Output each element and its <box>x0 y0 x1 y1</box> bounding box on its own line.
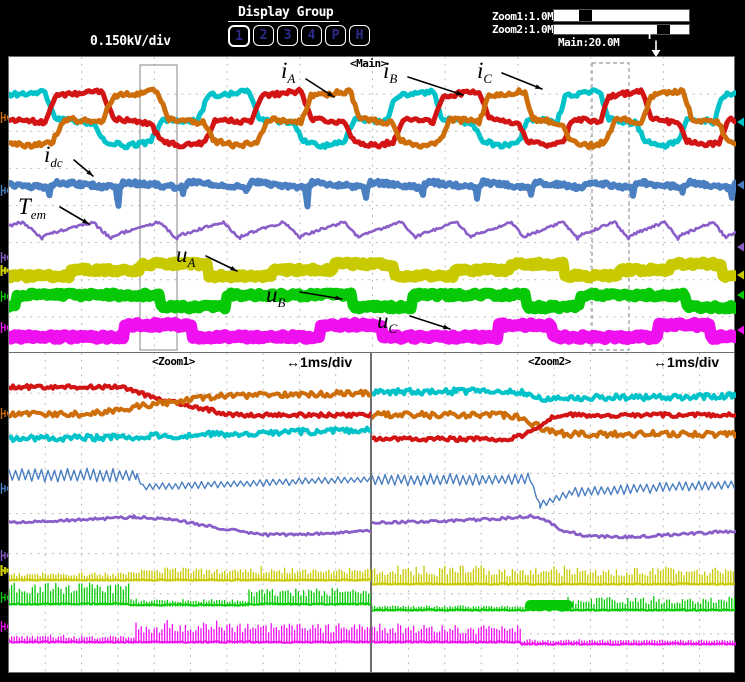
orange-channel-position-marker[interactable] <box>0 407 10 420</box>
display-group-button-4[interactable]: 4 <box>301 25 322 46</box>
yellow-trigger-level-marker[interactable] <box>737 270 745 280</box>
trace-label-uB: uB <box>266 284 285 314</box>
zoom1-waveform-window <box>8 352 371 673</box>
zoom1-window-tag: <Zoom1> <box>152 355 195 368</box>
yellow-left-triangle-icon <box>737 271 744 280</box>
trace-idc <box>9 468 371 490</box>
purple-channel-position-marker[interactable] <box>0 251 10 264</box>
main-window-tag: <Main> <box>350 57 387 70</box>
display-group-button-3[interactable]: 3 <box>277 25 298 46</box>
ch-row1-label <box>8 34 78 50</box>
blue-ground-icon <box>2 483 8 494</box>
blue-trigger-level-marker[interactable] <box>737 180 745 190</box>
trace-label-iA: iA <box>281 60 295 90</box>
magenta-ground-icon <box>2 621 8 632</box>
yellow-ground-icon <box>2 265 8 276</box>
orange-ground-icon <box>2 112 8 123</box>
blue-channel-position-marker[interactable] <box>0 482 10 495</box>
waveform-plot <box>372 353 736 674</box>
display-group-button-2[interactable]: 2 <box>253 25 274 46</box>
zoom-record-labels: Zoom1:1.0M Zoom2:1.0M <box>492 10 553 36</box>
green-ground-icon <box>2 291 8 302</box>
purple-left-triangle-icon <box>737 243 744 252</box>
zoom1-position-bar[interactable] <box>553 9 690 22</box>
trace-uA-spikes <box>9 566 370 581</box>
purple-trigger-level-marker[interactable] <box>737 242 745 252</box>
trace-uB-spikes <box>9 583 371 606</box>
yellow-channel-position-marker[interactable] <box>0 564 10 577</box>
trace-label-iC: iC <box>477 60 492 90</box>
purple-ground-icon <box>2 550 8 561</box>
zoom1-record-label: Zoom1:1.0M <box>492 10 553 23</box>
yellow-ground-icon <box>2 565 8 576</box>
display-group-button-1[interactable]: 1 <box>228 25 250 47</box>
green-left-triangle-icon <box>737 291 744 300</box>
zoom2-record-label: Zoom2:1.0M <box>492 23 553 36</box>
trace-label-iB: iB <box>383 60 397 90</box>
magenta-ground-icon <box>2 322 8 333</box>
magenta-channel-position-marker[interactable] <box>0 620 10 633</box>
cyan-trigger-level-marker[interactable] <box>737 117 745 127</box>
trace-label-uA: uA <box>176 244 195 274</box>
green-ground-icon <box>2 592 8 603</box>
waveform-plot <box>9 353 372 674</box>
display-group-button-h[interactable]: H <box>349 25 370 46</box>
zoom2-timebase-label: ↔1ms/div <box>653 354 719 370</box>
zoom2-region-box[interactable] <box>592 63 629 350</box>
trace-uA <box>9 262 735 278</box>
display-group: Display Group 1 2 3 4 P H <box>228 1 396 47</box>
waveform-plot <box>9 57 736 354</box>
magenta-trigger-level-marker[interactable] <box>737 325 745 335</box>
main-record-label: Main:20.0M <box>558 36 619 49</box>
blue-channel-position-marker[interactable] <box>0 184 10 197</box>
zoom2-position-bar[interactable] <box>553 24 690 35</box>
display-group-title: Display Group <box>228 5 339 22</box>
blue-ground-icon <box>2 185 8 196</box>
orange-ground-icon <box>2 408 8 419</box>
trace-label-Tem: Tem <box>18 196 46 226</box>
zoom2-window-tag: <Zoom2> <box>528 355 571 368</box>
trace-uC-spikes <box>9 621 370 644</box>
green-trigger-level-marker[interactable] <box>737 290 745 300</box>
trigger-position-marker: T <box>646 28 653 42</box>
oscilloscope-screen: { "colors":{ "cyan":"#00C3C9","red":"#D3… <box>0 0 745 682</box>
trace-idc <box>9 180 735 206</box>
orange-channel-position-marker[interactable] <box>0 111 10 124</box>
display-group-button-p[interactable]: P <box>325 25 346 46</box>
yellow-channel-position-marker[interactable] <box>0 264 10 277</box>
blue-left-triangle-icon <box>737 181 744 190</box>
purple-channel-position-marker[interactable] <box>0 549 10 562</box>
main-waveform-window <box>8 56 735 353</box>
magenta-channel-position-marker[interactable] <box>0 321 10 334</box>
cyan-left-triangle-icon <box>737 118 744 127</box>
display-group-buttons: 1 2 3 4 P H <box>228 25 396 47</box>
zoom1-position-marker[interactable] <box>579 10 592 21</box>
trace-idc <box>372 473 735 508</box>
trace-label-uC: uC <box>377 310 397 340</box>
zoom2-waveform-window <box>371 352 735 673</box>
ch3-extra-scale: 0.150kV/div <box>90 34 171 50</box>
trace-Tem <box>9 222 735 240</box>
magenta-left-triangle-icon <box>737 326 744 335</box>
green-channel-position-marker[interactable] <box>0 290 10 303</box>
trace-label-idc: idc <box>44 144 63 174</box>
zoom1-timebase-label: ↔1ms/div <box>286 354 352 370</box>
header-bar: 0.150kV/div CH3:200V/div Position:-4.50 … <box>0 0 745 56</box>
green-channel-position-marker[interactable] <box>0 591 10 604</box>
purple-ground-icon <box>2 252 8 263</box>
trace-uC <box>9 323 735 339</box>
zoom2-position-marker[interactable] <box>657 25 670 34</box>
trace-uA-spikes <box>372 566 733 585</box>
